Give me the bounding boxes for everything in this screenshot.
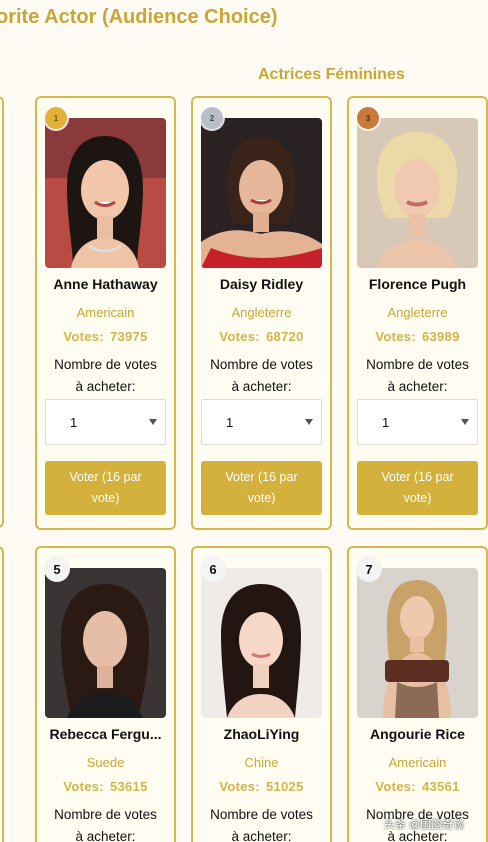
vote-button[interactable]: Voter (16 par vote) — [357, 461, 478, 515]
actress-country: Suede — [86, 755, 125, 770]
actress-name: Daisy Ridley — [219, 276, 304, 292]
vote-count: Votes: 63989 — [375, 329, 460, 344]
vote-count: Votes: 73975 — [63, 329, 148, 344]
rank-badge: 5 — [44, 556, 70, 582]
buy-votes-label: Nombre de votes à acheter: — [210, 807, 313, 842]
actress-name: Anne Hathaway — [53, 276, 158, 292]
rank-badge: 6 — [200, 556, 226, 582]
buy-votes-label: Nombre de votes à acheter: — [54, 357, 157, 394]
actress-card: 2 Daisy Ridley Angleterre Votes: 68720 No… — [191, 96, 332, 530]
buy-votes-label: Nombre de votes à acheter: — [54, 807, 157, 842]
actress-country: Americain — [388, 755, 447, 770]
actress-country: Chine — [244, 755, 279, 770]
actress-country: Angleterre — [231, 305, 292, 320]
dropdown-arrow-icon — [461, 419, 469, 425]
vote-quantity-select[interactable]: 1 — [201, 399, 322, 445]
vote-button[interactable]: Voter (16 par vote) — [45, 461, 166, 515]
actress-country: Angleterre — [387, 305, 448, 320]
actress-photo — [357, 568, 478, 718]
actress-card: 6 ZhaoLiYing Chine Votes: 51025 Nombre de… — [191, 546, 332, 842]
silver-medal-icon: 2 — [201, 107, 223, 129]
actress-photo — [45, 118, 166, 268]
page-title: orite Actor (Audience Choice) — [0, 6, 278, 28]
card-edge-left-bottom — [0, 546, 4, 842]
buy-votes-label: Nombre de votes à acheter: — [210, 357, 313, 394]
card-edge-left-top — [0, 96, 4, 528]
actress-card: 1 Anne Hathaway Americain Votes: 73975 No… — [35, 96, 176, 530]
actress-card: 5 Rebecca Fergu... Suede Votes: 53615 Nom… — [35, 546, 176, 842]
watermark: 头条 @国韵奇谈 — [384, 819, 465, 831]
vote-quantity-select[interactable]: 1 — [357, 399, 478, 445]
actress-photo — [357, 118, 478, 268]
vote-count: Votes: 51025 — [219, 779, 304, 794]
actress-card: 3 Florence Pugh Angleterre Votes: 63989 N… — [347, 96, 488, 530]
actress-photo — [45, 568, 166, 718]
bronze-medal-icon: 3 — [357, 107, 379, 129]
actress-country: Americain — [76, 305, 135, 320]
actress-card: 7 Angourie Rice Americain Votes: 43561 No… — [347, 546, 488, 842]
dropdown-arrow-icon — [305, 419, 313, 425]
buy-votes-label: Nombre de votes à acheter: — [366, 357, 469, 394]
vote-quantity-select[interactable]: 1 — [45, 399, 166, 445]
vote-button[interactable]: Voter (16 par vote) — [201, 461, 322, 515]
actress-name: ZhaoLiYing — [223, 726, 300, 742]
rank-badge: 7 — [356, 556, 382, 582]
actress-photo — [201, 568, 322, 718]
actress-name: Florence Pugh — [368, 276, 467, 292]
vote-count: Votes: 53615 — [63, 779, 148, 794]
actress-photo — [201, 118, 322, 268]
actress-name: Angourie Rice — [370, 726, 465, 742]
gold-medal-icon: 1 — [45, 107, 67, 129]
vote-count: Votes: 68720 — [219, 329, 304, 344]
actress-name: Rebecca Fergu... — [49, 726, 162, 742]
dropdown-arrow-icon — [149, 419, 157, 425]
vote-count: Votes: 43561 — [375, 779, 460, 794]
section-title: Actrices Féminines — [258, 66, 405, 83]
